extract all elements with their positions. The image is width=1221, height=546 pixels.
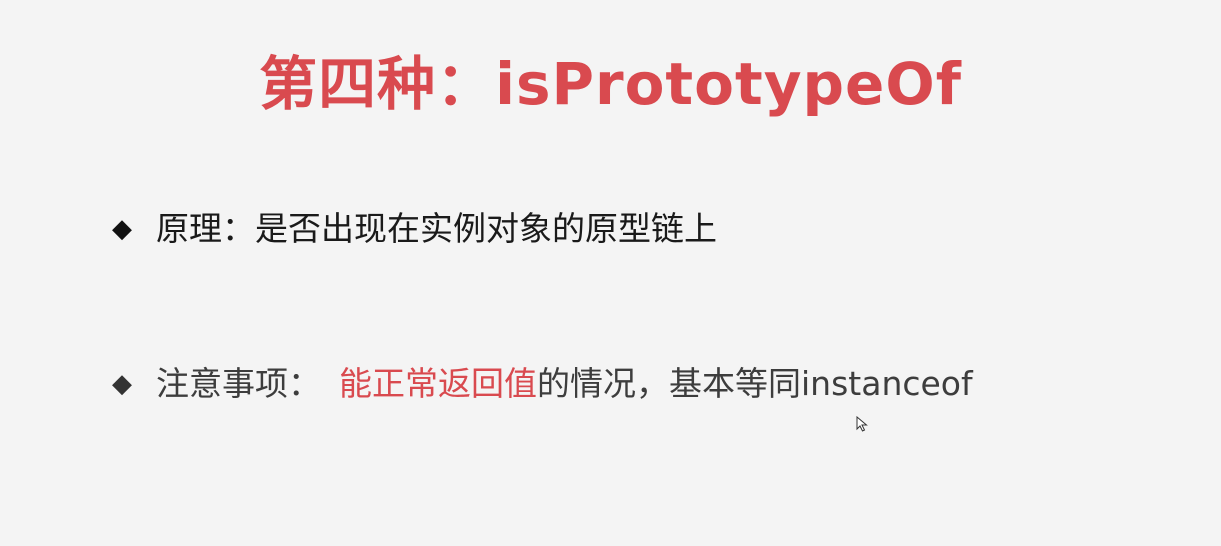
diamond-bullet-icon: ◆	[112, 369, 132, 399]
bullet-notes: ◆ 注意事项： 能正常返回值的情况，基本等同instanceof	[112, 362, 973, 406]
slide-title: 第四种：isPrototypeOf	[259, 50, 962, 118]
highlight-text: 能正常返回值	[339, 364, 537, 403]
slide: 第四种：isPrototypeOf ◆ 原理：是否出现在实例对象的原型链上 ◆ 注意…	[0, 0, 1221, 546]
bullet-label: 原理：	[156, 209, 255, 248]
bullet-label: 注意事项：	[156, 364, 321, 403]
bullet-text: 的情况，基本等同instanceof	[537, 364, 973, 403]
diamond-bullet-icon: ◆	[112, 214, 132, 244]
bullet-text: 是否出现在实例对象的原型链上	[255, 209, 717, 248]
mouse-pointer-icon	[856, 416, 868, 432]
bullet-principle: ◆ 原理：是否出现在实例对象的原型链上	[112, 207, 717, 251]
